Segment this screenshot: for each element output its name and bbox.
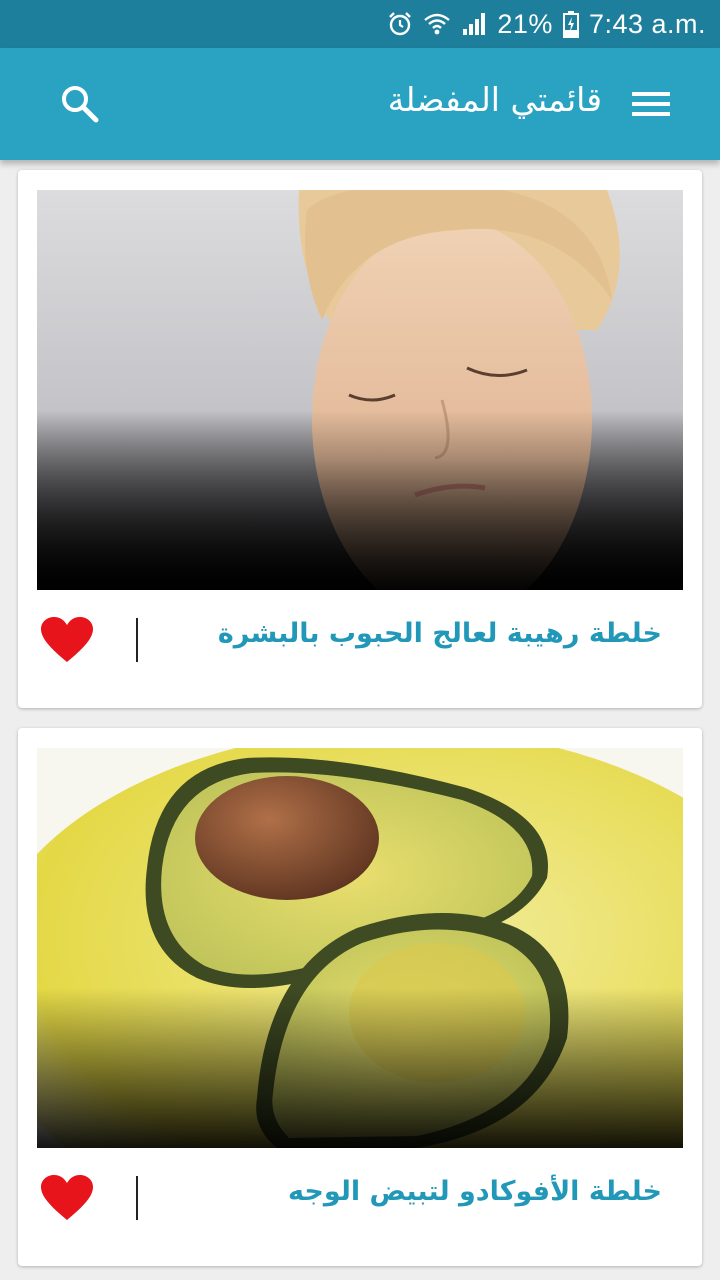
heart-icon <box>41 1175 93 1220</box>
app-bar: قائمتي المفضلة <box>0 48 720 160</box>
wifi-icon <box>424 13 451 35</box>
battery-percent: 21% <box>497 8 553 39</box>
menu-icon <box>632 92 670 96</box>
card-image[interactable] <box>37 190 683 590</box>
alarm-icon <box>389 12 412 36</box>
clock: 7:43 a.m. <box>588 8 706 39</box>
menu-button[interactable] <box>632 86 670 118</box>
status-bar: 21% 7:43 a.m. <box>0 0 720 48</box>
card-image[interactable] <box>37 748 683 1148</box>
search-icon <box>62 86 99 123</box>
favorite-button[interactable] <box>40 1174 94 1222</box>
avocado-photo <box>37 748 683 1148</box>
battery-charging-icon <box>562 11 579 38</box>
page-title: قائمتي المفضلة <box>387 80 602 119</box>
search-button[interactable] <box>58 82 102 126</box>
card-title[interactable]: خلطة الأفوكادو لتبيض الوجه <box>288 1176 662 1207</box>
heart-icon <box>41 617 93 662</box>
face-photo <box>37 190 683 590</box>
divider <box>136 618 138 662</box>
favorite-card[interactable]: خلطة رهيبة لعالج الحبوب بالبشرة <box>18 170 702 708</box>
card-title[interactable]: خلطة رهيبة لعالج الحبوب بالبشرة <box>218 618 662 649</box>
divider <box>136 1176 138 1220</box>
favorite-card[interactable]: خلطة الأفوكادو لتبيض الوجه <box>18 728 702 1266</box>
favorite-button[interactable] <box>40 616 94 664</box>
signal-icon <box>463 13 486 35</box>
